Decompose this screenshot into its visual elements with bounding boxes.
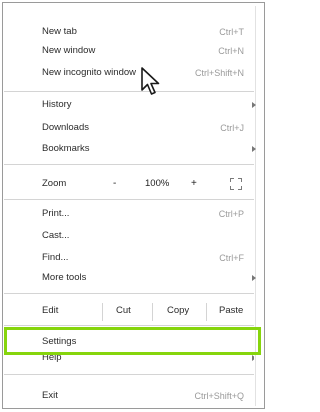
zoom-level-value: 100% bbox=[145, 178, 170, 189]
menu-separator bbox=[4, 325, 254, 326]
edit-row: Edit Cut Copy Paste bbox=[4, 299, 254, 323]
menu-item-label: More tools bbox=[42, 272, 87, 283]
submenu-arrow-icon bbox=[252, 355, 254, 361]
fullscreen-icon[interactable] bbox=[230, 178, 242, 190]
menu-item-cast[interactable]: Cast... bbox=[4, 224, 254, 248]
menu-item-more-tools[interactable]: More tools bbox=[4, 266, 256, 290]
zoom-row: Zoom - 100% + bbox=[4, 172, 254, 196]
zoom-label: Zoom bbox=[42, 178, 67, 189]
menu-item-shortcut: Ctrl+P bbox=[218, 209, 244, 219]
submenu-arrow-icon bbox=[252, 102, 256, 108]
menu-item-label: New window bbox=[42, 45, 96, 56]
menu-item-print[interactable]: Print... Ctrl+P bbox=[4, 202, 254, 226]
mouse-pointer-icon bbox=[141, 67, 160, 95]
edit-divider bbox=[152, 303, 153, 321]
menu-separator bbox=[4, 374, 254, 375]
zoom-in-button[interactable]: + bbox=[191, 172, 197, 196]
cut-button[interactable]: Cut bbox=[116, 299, 131, 323]
menu-item-new-window[interactable]: New window Ctrl+N bbox=[4, 39, 254, 63]
copy-button[interactable]: Copy bbox=[167, 299, 189, 323]
menu-item-shortcut: Ctrl+Shift+Q bbox=[194, 391, 244, 401]
submenu-arrow-icon bbox=[252, 275, 256, 281]
menu-item-history[interactable]: History bbox=[4, 93, 256, 117]
menu-item-label: Cast... bbox=[42, 230, 70, 241]
menu-item-label: Print... bbox=[42, 208, 70, 219]
submenu-arrow-icon bbox=[252, 146, 256, 152]
menu-item-exit[interactable]: Exit Ctrl+Shift+Q bbox=[4, 384, 254, 408]
edit-divider bbox=[102, 303, 103, 321]
zoom-out-button[interactable]: - bbox=[113, 172, 116, 196]
menu-item-label: New incognito window bbox=[42, 67, 136, 78]
menu-separator bbox=[4, 164, 254, 165]
edit-label: Edit bbox=[42, 305, 59, 316]
menu-item-shortcut: Ctrl+N bbox=[218, 46, 244, 56]
menu-separator bbox=[4, 293, 254, 294]
menu-item-bookmarks[interactable]: Bookmarks bbox=[4, 137, 256, 161]
menu-separator bbox=[4, 91, 254, 92]
edit-divider bbox=[206, 303, 207, 321]
settings-highlight-box bbox=[4, 327, 261, 355]
menu-item-label: Bookmarks bbox=[42, 143, 90, 154]
menu-item-new-incognito-window[interactable]: New incognito window Ctrl+Shift+N bbox=[4, 61, 254, 85]
menu-item-shortcut: Ctrl+Shift+N bbox=[194, 68, 244, 78]
menu-separator bbox=[4, 199, 254, 200]
menu-item-label: Exit bbox=[42, 390, 58, 401]
menu-item-label: History bbox=[42, 99, 72, 110]
paste-button[interactable]: Paste bbox=[219, 299, 243, 323]
